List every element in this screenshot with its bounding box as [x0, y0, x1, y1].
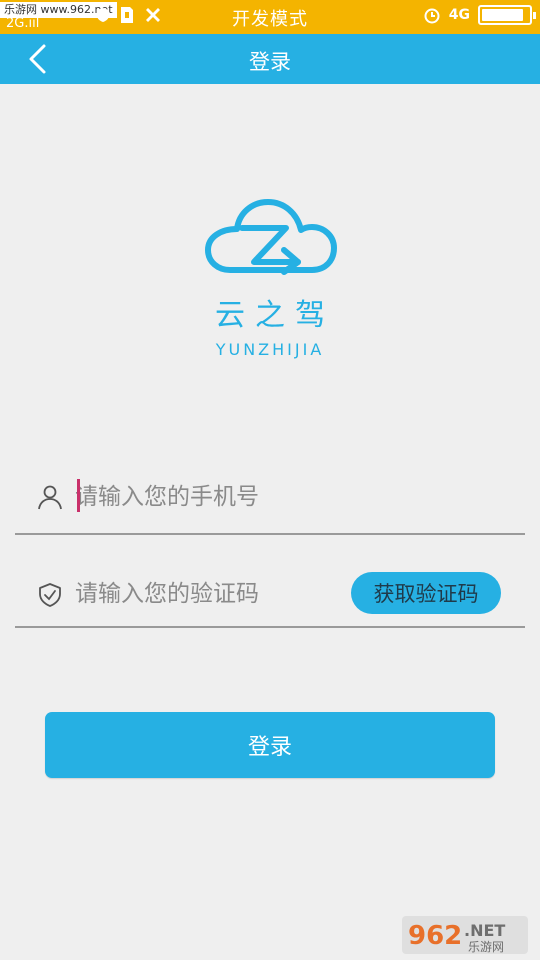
brand-name-cn: 云之驾 — [215, 298, 335, 333]
status-bar: 乐游网 www.962.net 2G.ııl 开发模式 4G — [0, 0, 540, 34]
battery-icon — [478, 5, 536, 25]
verification-code-input[interactable] — [75, 576, 345, 612]
page-title: 登录 — [249, 50, 291, 74]
verification-code-field: 获取验证码 — [15, 562, 525, 628]
network-type-label: 4G — [448, 7, 470, 23]
login-button[interactable]: 登录 — [45, 712, 495, 778]
svg-text:962: 962 — [408, 921, 462, 951]
nav-bar: 登录 — [0, 34, 540, 84]
text-cursor — [77, 479, 80, 512]
shield-check-icon — [39, 583, 61, 607]
cloud-arrow-logo-icon — [205, 199, 337, 275]
phone-input[interactable] — [75, 479, 505, 515]
status-right-icons: 4G — [423, 5, 536, 25]
brand-name-en: YUNZHIJIA — [215, 340, 325, 359]
site-watermark-logo: 962 .NET 乐游网 — [402, 916, 528, 954]
svg-text:.NET: .NET — [464, 921, 505, 940]
battery-level — [482, 9, 523, 21]
get-code-button[interactable]: 获取验证码 — [351, 572, 501, 614]
phone-field — [15, 467, 525, 535]
svg-text:乐游网: 乐游网 — [468, 940, 504, 954]
user-icon — [38, 485, 62, 510]
alarm-icon — [424, 8, 440, 24]
